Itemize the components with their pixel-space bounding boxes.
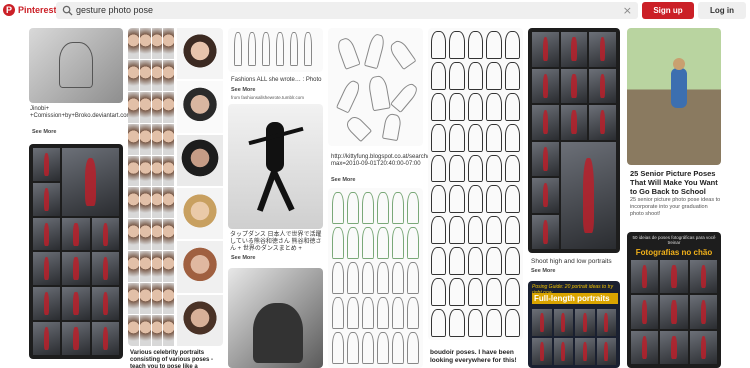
pin-image-fashion-sketches[interactable]: [228, 28, 323, 72]
see-more-link[interactable]: See More: [231, 87, 255, 93]
pin-image-dancer[interactable]: [228, 104, 323, 229]
pin-image-gesture-sketches[interactable]: [328, 28, 423, 146]
pin-title: 25 Senior Picture Poses That Will Make Y…: [630, 169, 718, 196]
pin-source[interactable]: from fashionsallshewrote.tumblr.com: [231, 94, 326, 101]
pin-description: 25 senior picture photo pose ideas to in…: [630, 197, 721, 217]
pin-image-full-length-portraits[interactable]: Posing Guide: 20 portrait ideas to try r…: [528, 281, 620, 368]
clear-search-icon[interactable]: ×: [623, 4, 632, 17]
pin-caption: Fashions ALL she wrote… : Photo: [231, 77, 322, 83]
search-bar[interactable]: gesture photo pose ×: [56, 2, 638, 19]
pin-caption: boudoir poses. I have been looking every…: [430, 349, 517, 364]
pin-caption: http://kittyfung.blogspot.co.at/search/u…: [331, 154, 453, 167]
brand-name[interactable]: Pinterest: [18, 5, 57, 15]
pin-caption: Various celebrity portraits consisting o…: [130, 350, 214, 368]
pin-image-boudoir-poses[interactable]: [428, 28, 523, 340]
pin-caption: タップダンス 日本人で世界で活躍している熊谷和徳さん 熊谷和徳さん + 世界のダ…: [230, 232, 322, 252]
pin-image-celebrity-grid[interactable]: [128, 28, 223, 346]
pin-image-sketch[interactable]: [29, 28, 123, 103]
dancer-figure: [266, 122, 284, 172]
figure-drawing: [59, 42, 93, 88]
top-bar: P Pinterest gesture photo pose × Sign up…: [0, 0, 750, 22]
see-more-link[interactable]: See More: [331, 177, 355, 183]
pin-image-couple-bw[interactable]: [228, 268, 323, 368]
see-more-link[interactable]: See More: [531, 268, 555, 274]
pinterest-logo-icon[interactable]: P: [3, 4, 15, 16]
pin-image-figure-studies[interactable]: [328, 188, 423, 368]
pin-image-high-low-shoot[interactable]: [528, 28, 620, 253]
infographic-title: Fotografias no chão: [635, 248, 713, 257]
pin-image-model-grid[interactable]: [29, 144, 123, 359]
search-icon: [62, 5, 73, 16]
pin-caption: Jinobi+ +Comission+by+Broko.deviantart.c…: [30, 106, 183, 119]
search-input[interactable]: gesture photo pose: [76, 5, 153, 15]
pin-caption: Shoot high and low portraits: [531, 258, 612, 265]
infographic-kicker: 50 ideias de poses fotográficas para voc…: [632, 235, 716, 245]
login-button[interactable]: Log in: [698, 2, 746, 19]
see-more-link[interactable]: See More: [231, 255, 255, 261]
signup-button[interactable]: Sign up: [642, 2, 694, 19]
magazine-title: Full-length portraits: [532, 293, 618, 304]
see-more-link[interactable]: See More: [32, 129, 56, 135]
pin-image-senior-pose[interactable]: [627, 28, 721, 165]
pin-image-floor-poses[interactable]: 50 ideias de poses fotográficas para voc…: [627, 232, 721, 368]
